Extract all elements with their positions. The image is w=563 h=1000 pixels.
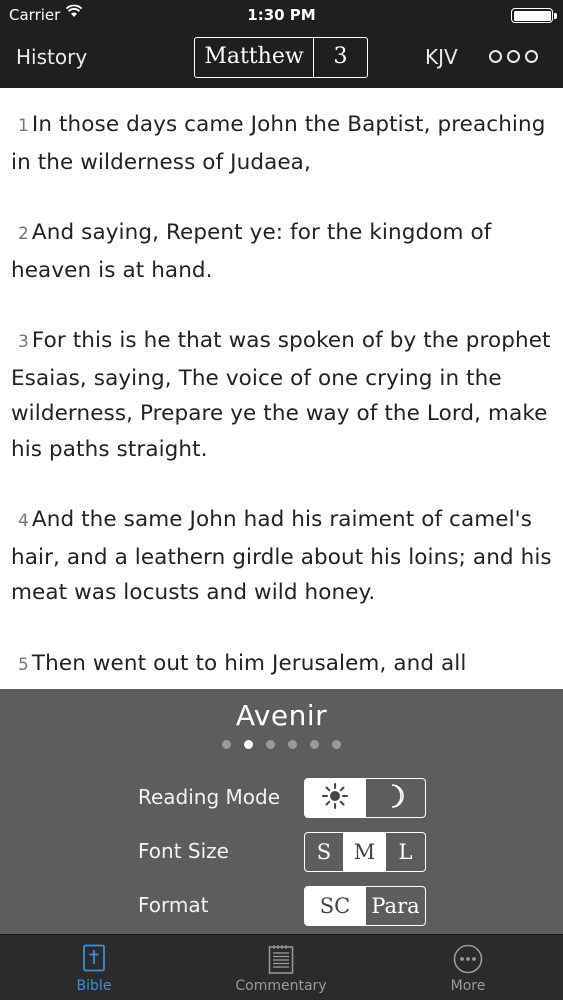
commentary-icon	[268, 944, 294, 978]
verse-text: For this is he that was spoken of by the…	[11, 328, 551, 462]
verse: 3 For this is he that was spoken of by th…	[11, 323, 553, 467]
tab-label: Commentary	[235, 978, 327, 994]
verse-text: And saying, Repent ye: for the kingdom o…	[11, 220, 492, 283]
format-control: SC Para	[304, 886, 426, 926]
verse-number: 2	[18, 224, 29, 244]
font-size-control: S M L	[304, 832, 426, 872]
verse-number: 3	[18, 332, 29, 352]
font-page-indicator[interactable]	[222, 740, 341, 749]
tab-bible[interactable]: Bible	[24, 935, 164, 1000]
bible-icon	[82, 944, 106, 976]
page-dot	[222, 740, 231, 749]
tab-label: Bible	[76, 978, 112, 994]
reading-mode-control	[304, 778, 426, 818]
verse: 4 And the same John had his raiment of ca…	[11, 502, 553, 611]
tab-label: More	[450, 978, 486, 994]
format-label: Format	[138, 893, 209, 917]
verse-text: And the same John had his raiment of cam…	[11, 507, 552, 605]
verse: 2 And saying, Repent ye: for the kingdom …	[11, 215, 553, 288]
version-button[interactable]: KJV	[425, 45, 458, 69]
page-dot	[288, 740, 297, 749]
format-row: Format SC Para	[138, 886, 428, 926]
night-mode-button[interactable]	[365, 779, 425, 817]
reading-mode-label: Reading Mode	[138, 785, 281, 809]
bible-text: 1 In those days came John the Baptist, pr…	[0, 88, 563, 690]
sun-icon	[321, 782, 349, 815]
tab-bar: Bible Commentary More	[0, 934, 563, 1000]
day-mode-button[interactable]	[305, 779, 365, 817]
status-bar: Carrier 1:30 PM	[0, 0, 563, 30]
format-para-button[interactable]: Para	[365, 887, 425, 925]
font-size-small-button[interactable]: S	[305, 833, 343, 871]
more-options-icon[interactable]	[489, 50, 538, 63]
chapter-button[interactable]: 3	[314, 38, 367, 77]
font-size-label: Font Size	[138, 839, 229, 863]
page-dot	[310, 740, 319, 749]
history-button[interactable]: History	[16, 45, 87, 69]
verse-text: Then went out to him Jerusalem, and all …	[11, 650, 467, 691]
font-name[interactable]: Avenir	[0, 699, 563, 732]
battery-icon	[511, 8, 557, 23]
verse: 5 Then went out to him Jerusalem, and all…	[11, 646, 553, 691]
display-settings-panel: Avenir Reading Mode Font Size S M L Form…	[0, 689, 563, 934]
clock: 1:30 PM	[247, 6, 316, 24]
passage-selector: Matthew 3	[194, 37, 368, 78]
page-dot-active	[244, 740, 253, 749]
format-sc-button[interactable]: SC	[305, 887, 365, 925]
font-size-medium-button[interactable]: M	[343, 833, 385, 871]
verse-text: In those days came John the Baptist, pre…	[11, 112, 546, 175]
page-dot	[266, 740, 275, 749]
font-size-large-button[interactable]: L	[385, 833, 425, 871]
tab-more[interactable]: More	[398, 935, 538, 1000]
header: Carrier 1:30 PM History Matthew 3 KJV	[0, 0, 563, 88]
page-dot	[332, 740, 341, 749]
tab-commentary[interactable]: Commentary	[211, 935, 351, 1000]
verse-number: 4	[18, 511, 29, 531]
font-size-row: Font Size S M L	[138, 832, 428, 872]
verse-number: 5	[18, 654, 29, 675]
nav-bar: History Matthew 3 KJV	[0, 30, 563, 88]
more-icon	[453, 944, 483, 978]
moon-icon	[385, 783, 407, 814]
verse-number: 1	[18, 116, 29, 136]
book-button[interactable]: Matthew	[195, 38, 314, 77]
verse: 1 In those days came John the Baptist, pr…	[11, 107, 553, 180]
reading-mode-row: Reading Mode	[138, 778, 428, 818]
